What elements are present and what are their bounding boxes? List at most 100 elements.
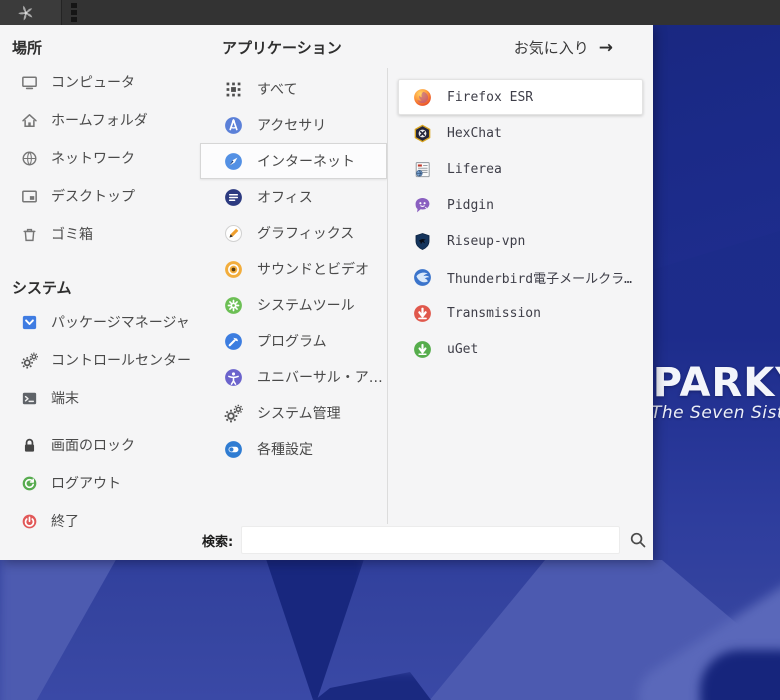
liferea-icon <box>412 159 433 180</box>
terminal-icon <box>20 389 39 408</box>
system-item[interactable]: 画面のロック <box>10 426 196 464</box>
category-item[interactable]: システム管理 <box>200 395 387 431</box>
system-item-label: 画面のロック <box>51 438 135 454</box>
favorite-item[interactable]: uGet <box>398 331 643 367</box>
vertical-dots-icon[interactable] <box>71 0 77 25</box>
place-item[interactable]: デスクトップ <box>10 177 196 215</box>
system-item-label: 終了 <box>51 514 79 530</box>
category-item[interactable]: ユニバーサル・ア… <box>200 359 387 395</box>
favorite-item[interactable]: Thunderbird電子メールクラ… <box>398 259 643 295</box>
system-item[interactable]: パッケージマネージャ <box>10 303 196 341</box>
column-divider <box>387 68 388 524</box>
search-bar: 検索: <box>202 526 648 554</box>
favorites-header-label: お気に入り <box>513 39 589 57</box>
category-item-label: 各種設定 <box>257 442 313 458</box>
place-item[interactable]: ホームフォルダ <box>10 101 196 139</box>
category-item-label: すべて <box>257 82 298 98</box>
category-item[interactable]: システムツール <box>200 287 387 323</box>
wallpaper-shape <box>265 556 365 700</box>
sparky-logo-icon <box>0 3 36 23</box>
favorite-item[interactable]: HexChat <box>398 115 643 151</box>
place-item[interactable]: ネットワーク <box>10 139 196 177</box>
control-center-icon <box>20 351 39 370</box>
category-item[interactable]: アクセサリ <box>200 107 387 143</box>
category-item-label: グラフィックス <box>257 226 355 242</box>
system-header: システム <box>12 279 72 297</box>
sound-video-icon <box>223 259 244 280</box>
favorites-header-link[interactable]: お気に入り → <box>398 37 643 58</box>
wallpaper-shape <box>0 556 118 700</box>
place-item-label: コンピュータ <box>51 75 135 91</box>
favorite-item-label: HexChat <box>447 125 502 141</box>
pidgin-icon <box>412 195 433 216</box>
preferences-icon <box>223 439 244 460</box>
system-item[interactable]: 終了 <box>10 502 196 540</box>
riseup-vpn-icon <box>412 231 433 252</box>
shutdown-icon <box>20 512 39 531</box>
places-header: 場所 <box>12 39 43 57</box>
system-item-label: 端末 <box>51 391 79 407</box>
category-item-label: インターネット <box>257 154 355 170</box>
graphics-icon <box>223 223 244 244</box>
category-item[interactable]: サウンドとビデオ <box>200 251 387 287</box>
applications-header: アプリケーション <box>222 39 342 57</box>
system-list: パッケージマネージャコントロールセンター 端末画面のロック ログアウト終了 <box>10 303 196 540</box>
firefox-icon <box>412 87 433 108</box>
system-item-label: コントロールセンター <box>51 353 191 369</box>
package-manager-icon <box>20 313 39 332</box>
category-item-label: サウンドとビデオ <box>257 262 369 278</box>
category-item[interactable]: 各種設定 <box>200 431 387 467</box>
applications-menu-button[interactable] <box>0 0 62 25</box>
trash-icon <box>20 225 39 244</box>
system-item-label: ログアウト <box>51 476 121 492</box>
desktop-icon <box>20 187 39 206</box>
favorite-item[interactable]: Riseup-vpn <box>398 223 643 259</box>
home-icon <box>20 111 39 130</box>
places-column: 場所 コンピュータホームフォルダネットワーク デスクトップ ゴミ箱 システム パッケ… <box>10 37 196 540</box>
wallpaper-tagline-text: The Seven Sisters <box>651 403 780 423</box>
place-item-label: デスクトップ <box>51 189 135 205</box>
programming-icon <box>223 331 244 352</box>
magnifier-icon[interactable] <box>628 530 648 550</box>
system-item[interactable]: 端末 <box>10 379 196 417</box>
hexchat-icon <box>412 123 433 144</box>
place-item[interactable]: ゴミ箱 <box>10 215 196 253</box>
places-list: コンピュータホームフォルダネットワーク デスクトップ ゴミ箱 <box>10 63 196 253</box>
place-item-label: ゴミ箱 <box>51 227 93 243</box>
favorite-item[interactable]: Liferea <box>398 151 643 187</box>
favorite-item-label: uGet <box>447 341 479 357</box>
thunderbird-icon <box>412 267 433 288</box>
favorite-item[interactable]: Transmission <box>398 295 643 331</box>
system-item[interactable]: ログアウト <box>10 464 196 502</box>
search-input[interactable] <box>241 526 620 554</box>
category-item[interactable]: インターネット <box>200 143 387 179</box>
category-item-label: プログラム <box>257 334 327 350</box>
favorite-item-label: Firefox ESR <box>447 89 534 105</box>
categories-column: アプリケーション すべてアクセサリインターネット オフィスグラフィックス サウンドと… <box>200 37 387 467</box>
favorite-item-label: Thunderbird電子メールクラ… <box>447 271 632 287</box>
category-item-label: システム管理 <box>257 406 341 422</box>
category-item-label: オフィス <box>257 190 313 206</box>
office-icon <box>223 187 244 208</box>
category-item[interactable]: すべて <box>200 71 387 107</box>
system-admin-icon <box>223 403 244 424</box>
system-tools-icon <box>223 295 244 316</box>
all-apps-icon <box>223 79 244 100</box>
favorite-item[interactable]: Pidgin <box>398 187 643 223</box>
favorite-item-label: Riseup-vpn <box>447 233 526 249</box>
place-item[interactable]: コンピュータ <box>10 63 196 101</box>
category-item[interactable]: プログラム <box>200 323 387 359</box>
place-item-label: ネットワーク <box>51 151 135 167</box>
logout-icon <box>20 474 39 493</box>
computer-icon <box>20 73 39 92</box>
category-item-label: アクセサリ <box>257 118 327 134</box>
favorites-list: Firefox ESR HexChat Liferea Pidgin Riseup-vp… <box>398 79 643 367</box>
favorite-item[interactable]: Firefox ESR <box>398 79 643 115</box>
category-item[interactable]: グラフィックス <box>200 215 387 251</box>
arrow-right-icon: → <box>598 37 613 58</box>
category-item-label: ユニバーサル・ア… <box>257 370 383 386</box>
uget-icon <box>412 339 433 360</box>
category-item[interactable]: オフィス <box>200 179 387 215</box>
system-item[interactable]: コントロールセンター <box>10 341 196 379</box>
lock-screen-icon <box>20 436 39 455</box>
